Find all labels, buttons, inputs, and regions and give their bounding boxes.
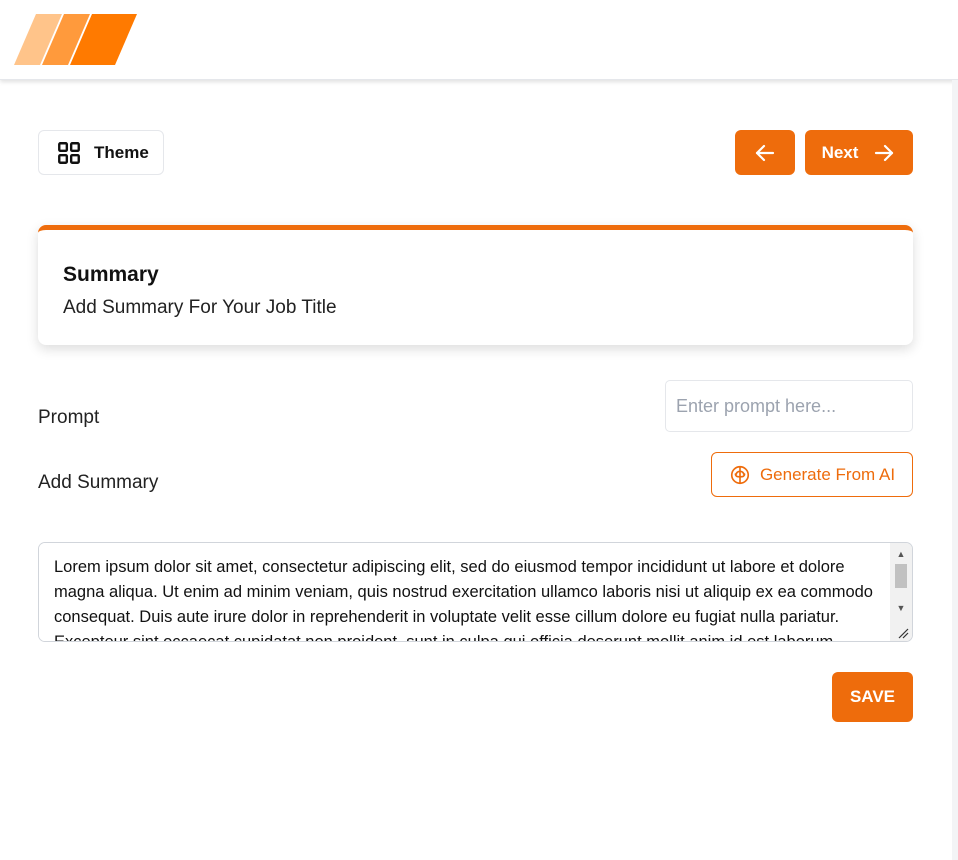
scroll-down-arrow-icon[interactable]: ▼ <box>890 599 912 617</box>
brand-logo-icon[interactable] <box>12 12 140 68</box>
scrollbar-thumb[interactable] <box>895 564 907 588</box>
top-navbar <box>0 0 958 80</box>
arrow-left-icon <box>755 144 775 161</box>
generate-from-ai-button[interactable]: Generate From AI <box>711 452 913 497</box>
brain-icon <box>730 465 750 484</box>
scroll-up-arrow-icon[interactable]: ▲ <box>890 545 912 563</box>
prompt-label: Prompt <box>38 407 100 428</box>
card-subtitle: Add Summary For Your Job Title <box>63 297 337 318</box>
save-button[interactable]: SAVE <box>832 672 913 722</box>
next-button-label: Next <box>821 142 859 162</box>
resize-handle-icon[interactable] <box>897 627 909 639</box>
add-summary-label: Add Summary <box>38 472 159 493</box>
generate-from-ai-label: Generate From AI <box>759 464 896 484</box>
summary-card: Summary Add Summary For Your Job Title <box>38 225 913 345</box>
summary-textarea-container: ▲ ▼ <box>38 542 913 642</box>
card-title: Summary <box>63 263 159 286</box>
back-button[interactable] <box>735 130 795 175</box>
arrow-right-icon <box>875 144 894 161</box>
next-button[interactable]: Next <box>805 130 913 175</box>
summary-textarea[interactable] <box>39 543 891 641</box>
theme-button-label: Theme <box>94 142 149 162</box>
page-edge-strip <box>952 80 958 860</box>
grid-icon <box>58 141 80 164</box>
prompt-input[interactable] <box>665 380 913 432</box>
theme-button[interactable]: Theme <box>38 130 164 175</box>
